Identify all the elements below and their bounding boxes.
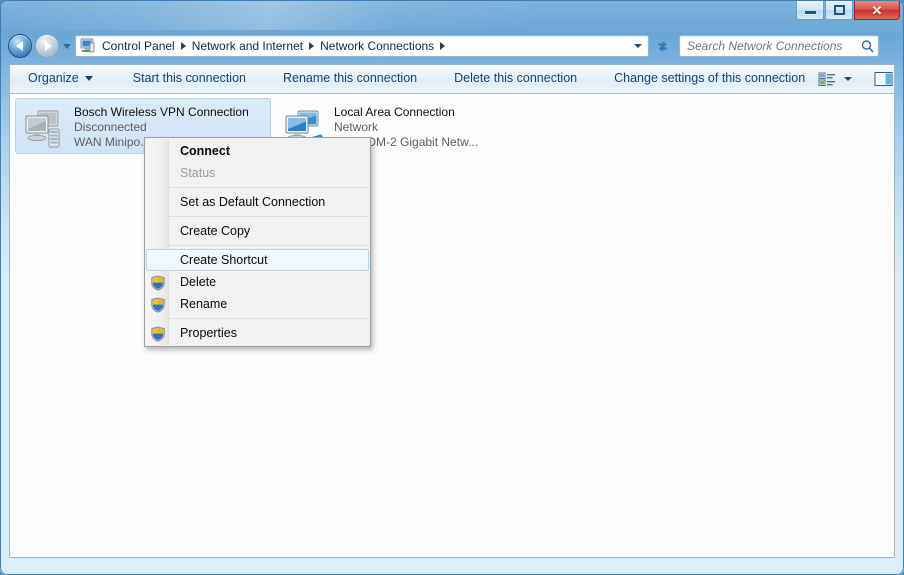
change-label: Change settings of this connection bbox=[614, 71, 806, 86]
menu-item-connect[interactable]: Connect bbox=[146, 140, 369, 162]
uac-shield-icon bbox=[150, 326, 166, 342]
connection-status: Disconnected bbox=[74, 120, 147, 134]
back-button[interactable] bbox=[8, 34, 32, 58]
rename-label: Rename this connection bbox=[283, 71, 418, 86]
toolbar-right-group: ? bbox=[814, 67, 904, 91]
breadcrumb-item-network-and-internet[interactable]: Network and Internet bbox=[188, 38, 307, 55]
menu-separator bbox=[169, 318, 369, 319]
refresh-button[interactable] bbox=[652, 35, 674, 57]
breadcrumb-separator-icon[interactable] bbox=[309, 42, 315, 50]
uac-shield-icon bbox=[150, 275, 166, 291]
search-box[interactable] bbox=[679, 35, 879, 57]
menu-item-delete[interactable]: Delete bbox=[146, 271, 369, 293]
delete-label: Delete this connection bbox=[454, 71, 578, 86]
chevron-down-icon bbox=[63, 43, 71, 49]
window-controls: ✕ bbox=[796, 1, 900, 20]
organize-label: Organize bbox=[28, 71, 79, 86]
close-icon: ✕ bbox=[871, 2, 883, 18]
delete-this-connection-button[interactable]: Delete this connection bbox=[445, 67, 586, 91]
preview-pane-icon bbox=[874, 72, 893, 86]
connection-status: Network bbox=[334, 120, 379, 134]
change-view-icon bbox=[818, 72, 836, 86]
start-label: Start this connection bbox=[132, 71, 246, 86]
forward-button[interactable] bbox=[35, 34, 59, 58]
menu-separator bbox=[169, 187, 369, 188]
network-connections-icon bbox=[79, 38, 96, 54]
minimize-button[interactable] bbox=[796, 1, 824, 20]
arrow-right-icon bbox=[44, 41, 52, 51]
preview-pane-button[interactable] bbox=[870, 67, 896, 91]
menu-item-properties[interactable]: Properties bbox=[146, 322, 369, 344]
uac-shield-icon bbox=[150, 297, 166, 313]
arrow-left-icon bbox=[15, 41, 23, 51]
breadcrumb-item-network-connections[interactable]: Network Connections bbox=[316, 38, 438, 55]
connection-name: Bosch Wireless VPN Connection bbox=[74, 105, 249, 119]
minimize-icon bbox=[804, 11, 816, 14]
context-menu[interactable]: Connect Status Set as Default Connection… bbox=[144, 137, 371, 347]
menu-item-create-copy[interactable]: Create Copy bbox=[146, 220, 369, 242]
title-bar: ✕ bbox=[0, 0, 904, 29]
chevron-down-icon bbox=[844, 77, 853, 81]
connections-list-pane[interactable]: Bosch Wireless VPN Connection Disconnect… bbox=[9, 94, 895, 558]
rename-this-connection-button[interactable]: Rename this connection bbox=[274, 67, 426, 91]
explorer-window: ✕ Control Panel Network and Internet Net… bbox=[0, 0, 904, 575]
menu-item-status: Status bbox=[180, 165, 216, 180]
close-button[interactable]: ✕ bbox=[854, 1, 900, 20]
start-this-connection-button[interactable]: Start this connection bbox=[124, 67, 255, 91]
chevron-down-icon bbox=[84, 76, 93, 81]
search-icon[interactable] bbox=[860, 39, 875, 54]
chevron-down-icon bbox=[634, 44, 642, 48]
change-view-button[interactable] bbox=[814, 67, 840, 91]
refresh-icon bbox=[658, 40, 668, 52]
organize-button[interactable]: Organize bbox=[19, 67, 102, 91]
recent-pages-button[interactable] bbox=[60, 34, 74, 58]
address-bar-row: Control Panel Network and Internet Netwo… bbox=[8, 33, 896, 59]
breadcrumb-separator-icon[interactable] bbox=[180, 42, 186, 50]
connection-name: Local Area Connection bbox=[334, 105, 455, 119]
menu-item-rename[interactable]: Rename bbox=[146, 293, 369, 315]
menu-item-create-shortcut[interactable]: Create Shortcut bbox=[146, 249, 369, 271]
breadcrumb-separator-icon[interactable] bbox=[440, 42, 446, 50]
command-toolbar: Organize Start this connection Rename th… bbox=[9, 64, 895, 94]
vpn-connection-icon bbox=[20, 104, 68, 152]
menu-separator bbox=[169, 216, 369, 217]
change-view-dropdown[interactable] bbox=[840, 67, 856, 91]
address-dropdown-button[interactable] bbox=[630, 44, 646, 48]
menu-item-set-as-default-connection[interactable]: Set as Default Connection bbox=[146, 191, 369, 213]
breadcrumb-item-control-panel[interactable]: Control Panel bbox=[98, 38, 179, 55]
search-input[interactable] bbox=[687, 39, 860, 53]
menu-separator bbox=[169, 245, 369, 246]
maximize-button[interactable] bbox=[825, 1, 853, 20]
maximize-icon bbox=[833, 5, 845, 15]
address-bar[interactable]: Control Panel Network and Internet Netwo… bbox=[75, 35, 649, 57]
change-settings-button[interactable]: Change settings of this connection bbox=[605, 67, 814, 91]
